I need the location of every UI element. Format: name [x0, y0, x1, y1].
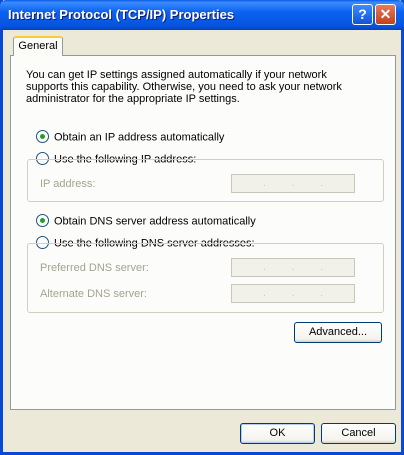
- cancel-button[interactable]: Cancel: [321, 423, 396, 444]
- window-title: Internet Protocol (TCP/IP) Properties: [8, 7, 235, 22]
- ip-address-field[interactable]: ...: [231, 174, 355, 193]
- dns-server-group: Preferred DNS server: ... Alternate DNS …: [27, 243, 384, 313]
- title-bar[interactable]: Internet Protocol (TCP/IP) Properties ? …: [0, 0, 404, 30]
- properties-dialog: Internet Protocol (TCP/IP) Properties ? …: [0, 0, 404, 455]
- info-text: You can get IP settings assigned automat…: [26, 69, 342, 105]
- ip-address-group: IP address: ...: [27, 159, 384, 202]
- preferred-dns-field[interactable]: ...: [231, 258, 355, 277]
- tab-general[interactable]: General: [13, 36, 63, 56]
- alternate-dns-field[interactable]: ...: [231, 284, 355, 303]
- radio-selected-icon: [36, 130, 49, 143]
- help-icon[interactable]: ?: [352, 4, 373, 25]
- obtain-dns-auto-radio[interactable]: Obtain DNS server address automatically: [36, 214, 256, 228]
- radio-selected-icon: [36, 214, 49, 227]
- close-icon[interactable]: ✕: [375, 4, 396, 25]
- general-tab-panel: You can get IP settings assigned automat…: [10, 55, 396, 410]
- alternate-dns-label: Alternate DNS server:: [40, 288, 147, 300]
- obtain-dns-auto-label: Obtain DNS server address automatically: [54, 215, 256, 228]
- advanced-button[interactable]: Advanced...: [294, 322, 382, 343]
- ok-button[interactable]: OK: [240, 423, 315, 444]
- obtain-ip-auto-label: Obtain an IP address automatically: [54, 131, 225, 144]
- obtain-ip-auto-radio[interactable]: Obtain an IP address automatically: [36, 130, 225, 144]
- preferred-dns-label: Preferred DNS server:: [40, 262, 149, 274]
- ip-address-label: IP address:: [40, 178, 96, 190]
